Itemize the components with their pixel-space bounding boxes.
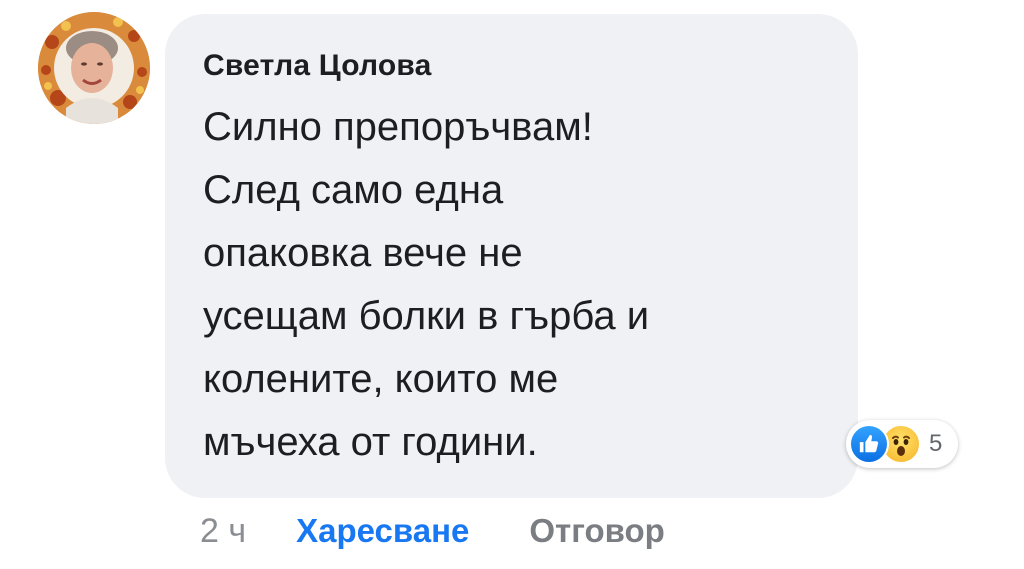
comment-actions: 2 ч Харесване Отговор <box>200 506 665 556</box>
like-icon <box>849 424 889 464</box>
reactions-summary[interactable]: 5 <box>846 420 959 468</box>
reply-button[interactable]: Отговор <box>529 512 664 550</box>
avatar-photo <box>38 12 150 124</box>
comment-text-line: опаковка вече не <box>203 231 523 275</box>
comment: Светла Цолова Силно препоръчвам! След са… <box>0 0 1024 569</box>
comment-author[interactable]: Светла Цолова <box>203 46 828 86</box>
comment-bubble: Светла Цолова Силно препоръчвам! След са… <box>165 14 858 498</box>
comment-timestamp[interactable]: 2 ч <box>200 512 246 551</box>
comment-text-line: мъчеха от години. <box>203 420 538 464</box>
comment-text-line: колените, които ме <box>203 357 559 401</box>
comment-text-line: Силно препоръчвам! <box>203 105 593 149</box>
avatar[interactable] <box>38 12 150 124</box>
reaction-count: 5 <box>929 430 943 457</box>
comment-text-line: усещам болки в гърба и <box>203 294 650 338</box>
comment-text-line: След само една <box>203 168 504 212</box>
like-button[interactable]: Харесване <box>296 512 469 550</box>
